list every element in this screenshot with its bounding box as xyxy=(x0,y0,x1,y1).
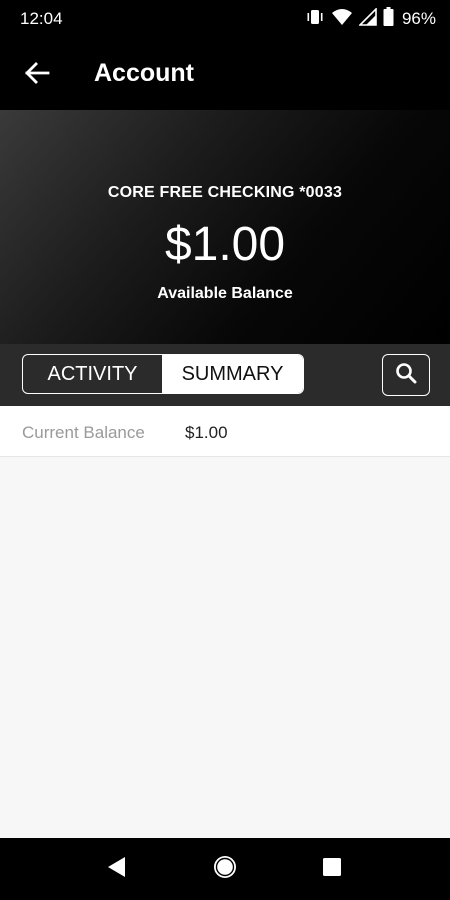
current-balance-value: $1.00 xyxy=(185,423,228,442)
nav-home-button[interactable] xyxy=(209,853,241,885)
back-triangle-icon xyxy=(105,855,127,884)
search-icon xyxy=(394,361,418,390)
home-circle-icon xyxy=(211,853,239,886)
arrow-left-icon xyxy=(24,61,50,90)
current-balance-label: Current Balance xyxy=(22,423,145,442)
tab-strip: ACTIVITY SUMMARY xyxy=(0,344,450,406)
account-name: CORE FREE CHECKING *0033 xyxy=(107,184,343,201)
system-nav-bar xyxy=(0,838,450,900)
signal-icon xyxy=(358,6,377,31)
tab-summary[interactable]: SUMMARY xyxy=(162,355,303,393)
tab-activity[interactable]: ACTIVITY xyxy=(23,355,162,393)
battery-percent: 96% xyxy=(401,9,436,28)
summary-row-current-balance: Current Balance $1.00 xyxy=(0,406,450,457)
nav-back-button[interactable] xyxy=(100,853,132,885)
status-bar: 12:04 96% xyxy=(0,0,450,38)
segmented-control: ACTIVITY SUMMARY xyxy=(22,354,304,394)
available-balance-label: Available Balance xyxy=(157,285,293,302)
recents-square-icon xyxy=(321,856,343,883)
battery-icon xyxy=(383,7,394,31)
status-icons: 96% xyxy=(305,6,436,31)
app-bar: Account xyxy=(0,38,450,110)
search-button[interactable] xyxy=(382,354,430,396)
wifi-icon xyxy=(331,8,353,31)
vibrate-icon xyxy=(305,8,325,31)
status-time: 12:04 xyxy=(20,9,63,28)
back-button[interactable] xyxy=(20,58,54,92)
balance-panel: CORE FREE CHECKING *0033 $1.00 Available… xyxy=(0,110,450,344)
available-balance-amount: $1.00 xyxy=(164,218,286,271)
page-title: Account xyxy=(94,59,194,87)
nav-recents-button[interactable] xyxy=(316,853,348,885)
